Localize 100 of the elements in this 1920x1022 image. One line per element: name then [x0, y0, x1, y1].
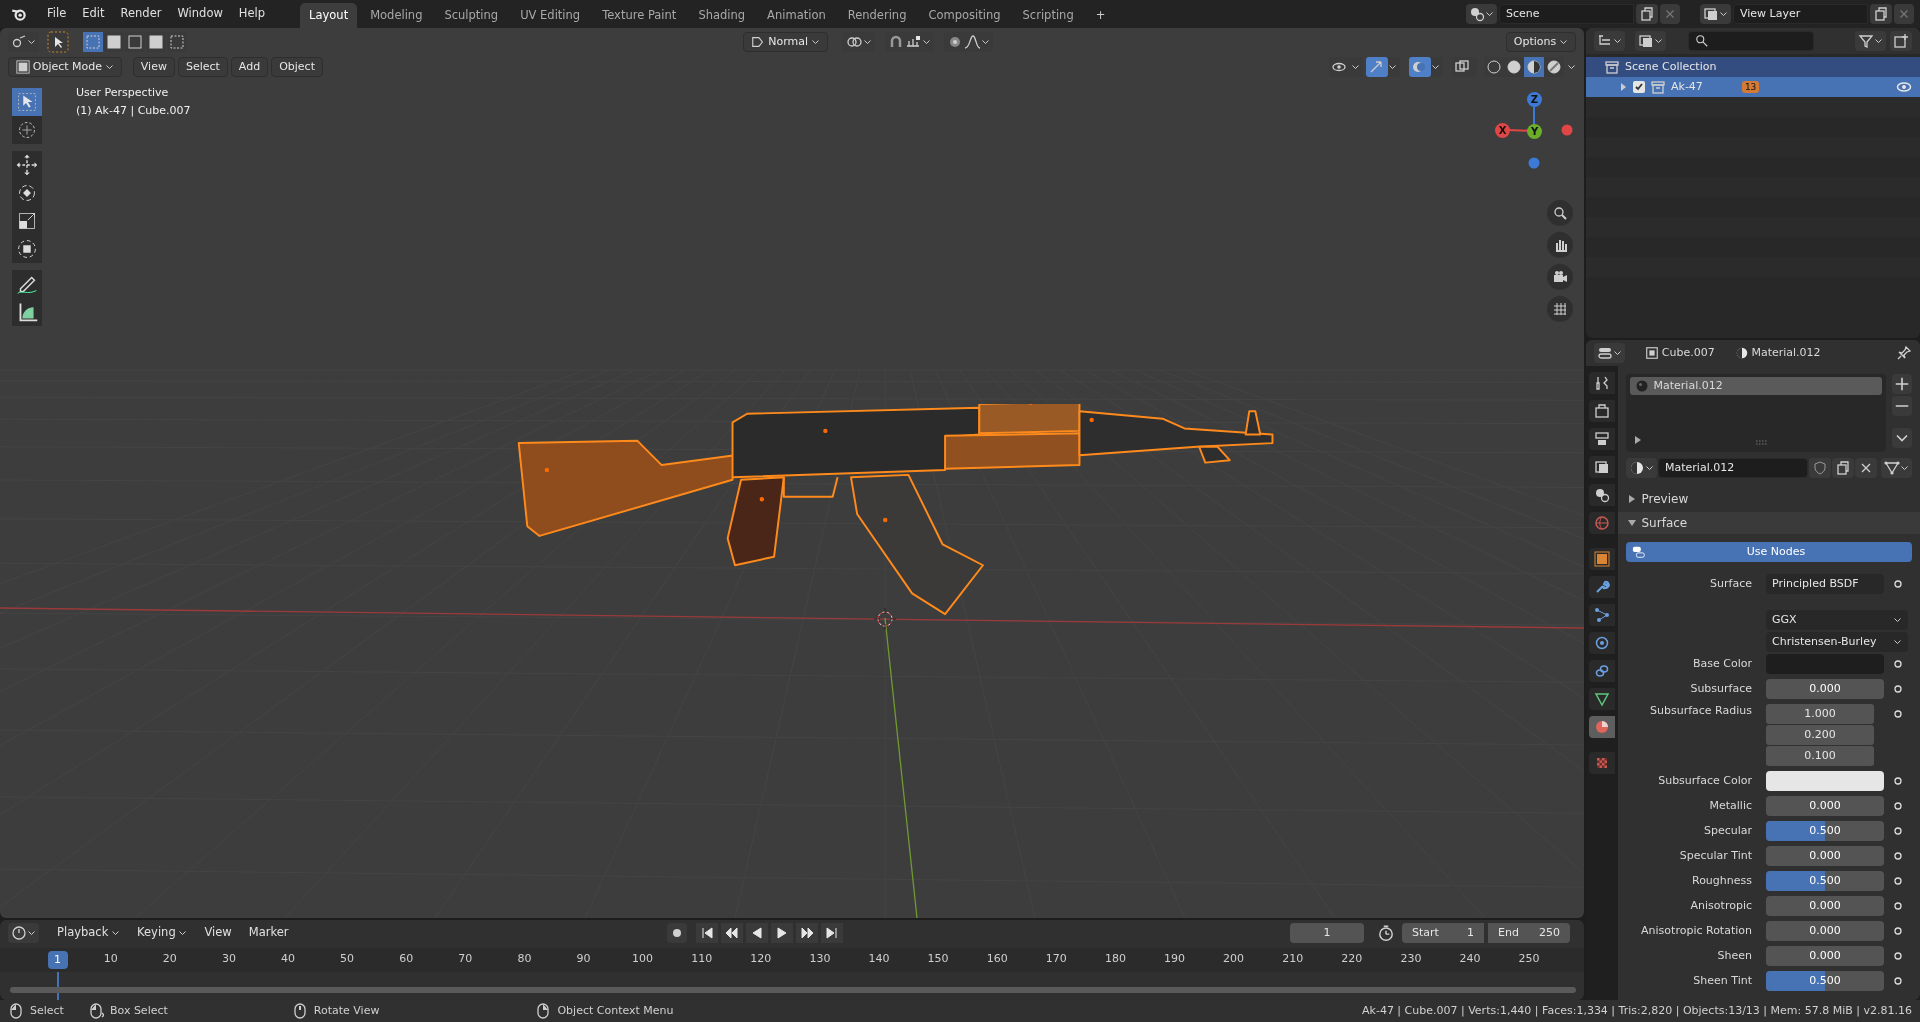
- workspace-tab[interactable]: UV Editing: [511, 3, 590, 28]
- timeline-scrollbar[interactable]: [10, 987, 1576, 993]
- scene-tab[interactable]: [1589, 484, 1615, 506]
- fake-user-button[interactable]: [1809, 458, 1831, 478]
- rendered-shading-icon[interactable]: [1544, 57, 1564, 77]
- move-tool[interactable]: [12, 151, 42, 179]
- outliner-row[interactable]: Ak-47 13: [1586, 77, 1920, 97]
- expand-arrow-icon[interactable]: [1618, 82, 1628, 92]
- menu-item[interactable]: Render: [113, 4, 169, 24]
- number-field[interactable]: 0.100: [1766, 746, 1874, 766]
- slider-field[interactable]: 0.500: [1766, 821, 1884, 841]
- pin-icon[interactable]: [1896, 345, 1912, 361]
- slider-field[interactable]: 0.500: [1766, 871, 1884, 891]
- scene-field[interactable]: Scene: [1499, 4, 1634, 24]
- use-nodes-button[interactable]: Use Nodes: [1626, 542, 1912, 562]
- workspace-tab[interactable]: Sculpting: [435, 3, 508, 28]
- editor-type-dropdown[interactable]: [1594, 343, 1625, 363]
- filter-dropdown[interactable]: [1855, 31, 1886, 51]
- add-workspace-button[interactable]: +: [1086, 3, 1115, 28]
- expand-arrow-icon[interactable]: [1634, 436, 1642, 444]
- output-tab[interactable]: [1589, 428, 1615, 450]
- menu-item[interactable]: View: [197, 923, 239, 943]
- editor-type-dropdown[interactable]: [8, 923, 39, 943]
- annotate-tool[interactable]: [12, 270, 42, 298]
- hand-icon[interactable]: [1547, 232, 1573, 258]
- shader-link-field[interactable]: Principled BSDF: [1766, 574, 1884, 594]
- orientation-dropdown[interactable]: Normal: [743, 32, 828, 52]
- view-layer-dropdown[interactable]: [1700, 4, 1731, 24]
- select-extend-icon[interactable]: [104, 32, 124, 52]
- view-layer-tab[interactable]: [1589, 456, 1615, 478]
- menu-dropdown[interactable]: Keying: [130, 923, 195, 943]
- workspace-tab[interactable]: Texture Paint: [593, 3, 686, 28]
- grid-icon[interactable]: [1547, 296, 1573, 322]
- stopwatch-icon[interactable]: [1377, 924, 1395, 942]
- menu-item[interactable]: Marker: [241, 923, 296, 943]
- outliner-row[interactable]: Scene Collection: [1586, 57, 1920, 77]
- select-subtract-icon[interactable]: [125, 32, 145, 52]
- axis-handle[interactable]: Z: [1527, 92, 1542, 107]
- checkbox[interactable]: [1633, 81, 1645, 93]
- dropdown[interactable]: Christensen-Burley: [1766, 632, 1908, 652]
- workspace-tab[interactable]: Modeling: [361, 3, 432, 28]
- close-button[interactable]: [1660, 4, 1680, 24]
- copy-button[interactable]: [1636, 4, 1658, 24]
- axis-handle[interactable]: Y: [1527, 124, 1542, 139]
- render-tab[interactable]: [1589, 400, 1615, 422]
- workspace-tab[interactable]: Compositing: [919, 3, 1010, 28]
- material-browse-dropdown[interactable]: [1626, 458, 1657, 478]
- zoom-icon[interactable]: [1547, 200, 1573, 226]
- slider-field[interactable]: 0.000: [1766, 946, 1884, 966]
- close-button[interactable]: [1894, 4, 1914, 24]
- number-field[interactable]: 1.000: [1766, 704, 1874, 724]
- slider-field[interactable]: 0.000: [1766, 921, 1884, 941]
- mesh-data-tab[interactable]: [1589, 688, 1615, 710]
- object-tab[interactable]: [1589, 548, 1615, 570]
- play-reverse-icon[interactable]: [745, 923, 768, 943]
- slot-menu-button[interactable]: [1892, 428, 1912, 448]
- material-slot[interactable]: Material.012: [1630, 377, 1882, 395]
- workspace-tab[interactable]: Layout: [300, 3, 358, 28]
- frame-range-field[interactable]: End 250: [1488, 923, 1570, 943]
- constraint-tab[interactable]: [1589, 660, 1615, 682]
- slider-field[interactable]: 0.500: [1766, 971, 1884, 991]
- unlink-button[interactable]: [1855, 458, 1877, 478]
- record-icon[interactable]: [666, 923, 687, 943]
- overlay-toggle[interactable]: [1409, 57, 1443, 77]
- copy-button[interactable]: [1870, 4, 1892, 24]
- frame-range-field[interactable]: Start 1: [1402, 923, 1484, 943]
- scene-dropdown[interactable]: [1466, 4, 1497, 24]
- select-intersect-icon[interactable]: [167, 32, 187, 52]
- material-shading-icon[interactable]: [1524, 57, 1544, 77]
- menu-item[interactable]: View: [132, 57, 175, 77]
- new-collection-button[interactable]: [1890, 31, 1912, 51]
- select-invert-icon[interactable]: [146, 32, 166, 52]
- color-swatch[interactable]: [1766, 771, 1884, 791]
- axis-handle[interactable]: X: [1495, 123, 1510, 138]
- slider-field[interactable]: 0.000: [1766, 796, 1884, 816]
- duplicate-button[interactable]: [1832, 458, 1854, 478]
- prev-keyframe-icon[interactable]: [720, 923, 743, 943]
- menu-item[interactable]: Add: [230, 57, 269, 77]
- material-tab[interactable]: [1589, 716, 1615, 738]
- select-tool-icon[interactable]: [47, 31, 69, 53]
- eye-icon[interactable]: [1896, 79, 1912, 95]
- menu-item[interactable]: Window: [170, 4, 230, 24]
- slider-field[interactable]: 0.000: [1766, 896, 1884, 916]
- menu-item[interactable]: Select: [177, 57, 228, 77]
- view-layer-field[interactable]: View Layer: [1733, 4, 1868, 24]
- workspace-tab[interactable]: Scripting: [1013, 3, 1083, 28]
- menu-item[interactable]: Edit: [75, 4, 112, 24]
- slider-field[interactable]: 0.000: [1766, 846, 1884, 866]
- current-frame-field[interactable]: 1: [1290, 923, 1364, 943]
- jump-start-icon[interactable]: [695, 923, 718, 943]
- search-field[interactable]: [1688, 31, 1814, 51]
- playhead[interactable]: 1: [47, 951, 68, 969]
- menu-item[interactable]: Help: [231, 4, 273, 24]
- solid-shading-icon[interactable]: [1504, 57, 1524, 77]
- physics-tab[interactable]: [1589, 632, 1615, 654]
- world-tab[interactable]: [1589, 512, 1615, 534]
- filter-view-dropdown[interactable]: [1635, 31, 1666, 51]
- jump-end-icon[interactable]: [820, 923, 843, 943]
- mode-dropdown[interactable]: Object Mode: [8, 57, 122, 77]
- tool-tab[interactable]: [1589, 372, 1615, 394]
